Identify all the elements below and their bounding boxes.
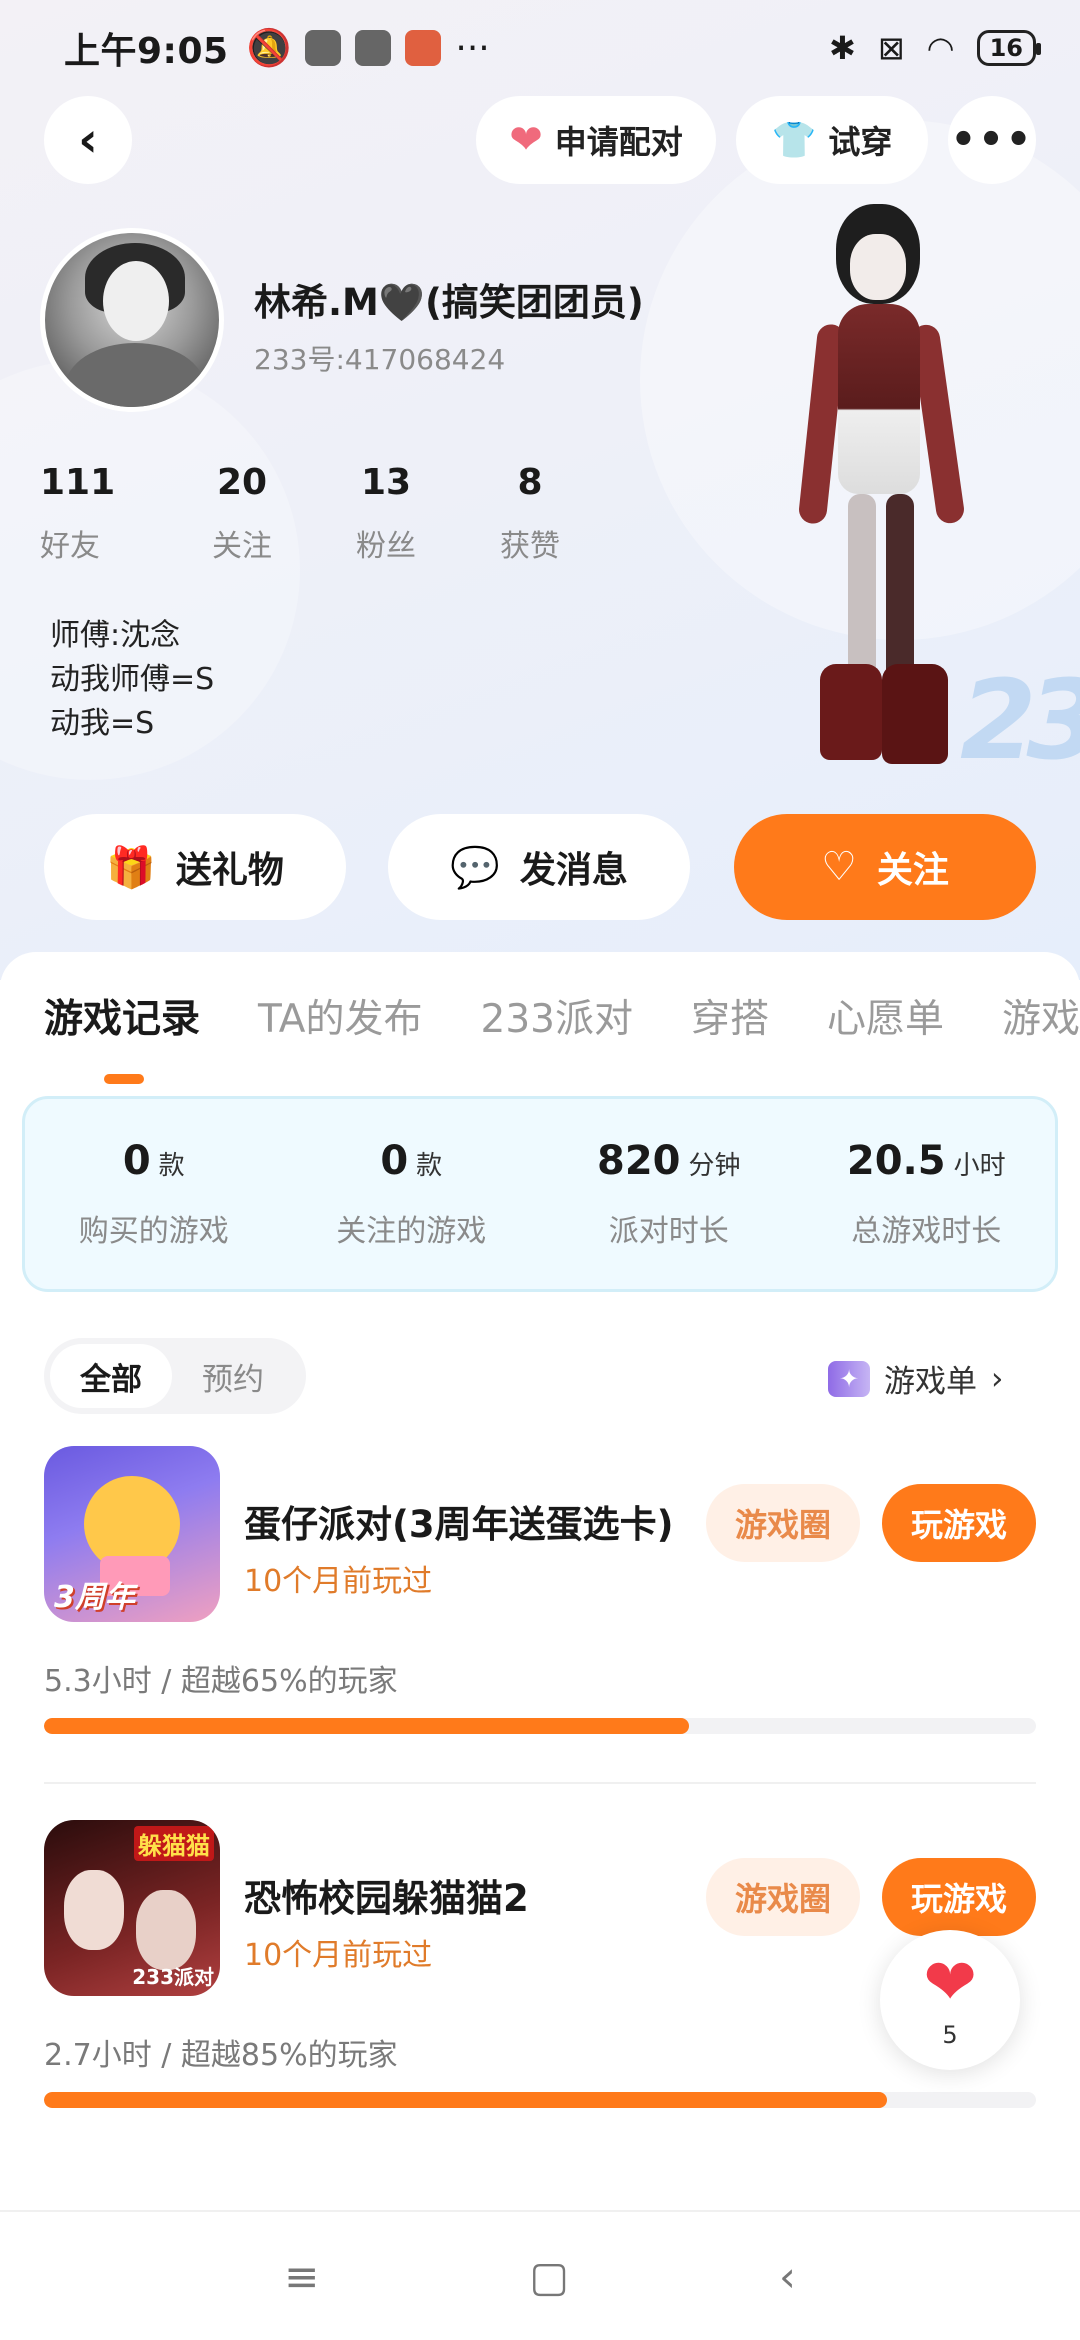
stat-friends[interactable]: 111 好友 bbox=[40, 462, 170, 565]
summary-total-time: 20.5 小时 总游戏时长 bbox=[846, 1138, 1006, 1249]
profile-stats: 111 好友 20 关注 13 粉丝 8 获赞 bbox=[40, 462, 602, 565]
stat-fans[interactable]: 13 粉丝 bbox=[314, 462, 458, 565]
playtime-progress-bar bbox=[44, 1718, 1036, 1734]
progress-fill bbox=[44, 2092, 888, 2108]
avatar-character[interactable] bbox=[790, 204, 970, 764]
game-title[interactable]: 恐怖校园躲猫猫2 bbox=[244, 1868, 529, 1922]
status-time: 上午9:05 bbox=[64, 31, 229, 72]
game-circle-button[interactable]: 游戏圈 bbox=[706, 1858, 860, 1936]
mi-notification-icon bbox=[355, 30, 392, 66]
tab-wishlist[interactable]: 心愿单 bbox=[827, 988, 944, 1044]
try-on-button[interactable]: 👕 试穿 bbox=[736, 96, 928, 184]
decorative-233: 233 bbox=[960, 656, 1080, 784]
sim-icon: ⊠ bbox=[877, 29, 905, 67]
chevron-right-icon: › bbox=[991, 1360, 1004, 1397]
bio-line: 动我师傅=S bbox=[50, 662, 215, 697]
heart-plus-icon: ♡ bbox=[821, 844, 857, 890]
tab-game-record[interactable]: 游戏记录 bbox=[44, 988, 200, 1084]
game-list-link[interactable]: ✦ 游戏单 › bbox=[828, 1356, 1003, 1401]
more-notifications-icon: ··· bbox=[455, 27, 490, 69]
tab-posts[interactable]: TA的发布 bbox=[258, 988, 422, 1044]
app-notification-icon bbox=[405, 30, 442, 66]
avatar[interactable] bbox=[40, 228, 224, 412]
battery-icon: 16 bbox=[976, 30, 1042, 66]
match-request-button[interactable]: ❤ 申请配对 bbox=[476, 96, 716, 184]
divider bbox=[44, 1782, 1036, 1784]
summary-purchased: 0款 购买的游戏 bbox=[78, 1138, 229, 1249]
system-nav-bar: ≡ ▢ ‹ bbox=[0, 2210, 1080, 2340]
more-button[interactable]: ••• bbox=[948, 96, 1036, 184]
user-id: 233号:417068424 bbox=[254, 343, 506, 376]
progress-fill bbox=[44, 1718, 689, 1734]
app-notification-icon bbox=[305, 30, 342, 66]
tab-games[interactable]: 游戏 bbox=[1002, 988, 1080, 1044]
playtime-stat: 5.3小时 / 超越65%的玩家 bbox=[44, 1664, 398, 1699]
summary-party-time: 820 分钟 派对时长 bbox=[596, 1138, 741, 1249]
sparkle-icon: ✦ bbox=[828, 1360, 870, 1397]
heart-icon: ❤ bbox=[509, 117, 543, 163]
stat-likes[interactable]: 8 获赞 bbox=[458, 462, 602, 565]
game-title[interactable]: 蛋仔派对(3周年送蛋选卡) bbox=[244, 1494, 674, 1548]
summary-followed: 0款 关注的游戏 bbox=[336, 1138, 487, 1249]
back-icon[interactable]: ‹ bbox=[779, 2252, 796, 2301]
status-bar: 上午9:05 🔕 ··· ✱ ⊠ ◠ 16 bbox=[0, 0, 1080, 96]
tab-outfits[interactable]: 穿搭 bbox=[691, 988, 769, 1044]
follow-button[interactable]: ♡ 关注 bbox=[734, 814, 1036, 920]
like-count: 5 bbox=[942, 2021, 958, 2049]
nickname: 林希.M🖤(搞笑团团员) bbox=[254, 281, 644, 324]
record-filter: 全部 预约 bbox=[44, 1338, 306, 1414]
play-game-button[interactable]: 玩游戏 bbox=[882, 1858, 1036, 1936]
back-button[interactable]: ‹ bbox=[44, 96, 132, 184]
heart-icon: ❤ bbox=[923, 1946, 977, 2020]
send-gift-button[interactable]: 🎁 送礼物 bbox=[44, 814, 346, 920]
game-icon[interactable]: 3周年 bbox=[44, 1446, 220, 1622]
last-played: 10个月前玩过 bbox=[244, 1564, 433, 1599]
filter-reserve[interactable]: 预约 bbox=[172, 1344, 294, 1408]
menu-icon[interactable]: ≡ bbox=[284, 2252, 319, 2301]
floating-like-button[interactable]: ❤ 5 bbox=[880, 1930, 1020, 2070]
tab-bar: 游戏记录 TA的发布 233派对 穿搭 心愿单 游戏 bbox=[44, 988, 1080, 1084]
chevron-left-icon: ‹ bbox=[78, 112, 98, 168]
gift-icon: 🎁 bbox=[106, 844, 156, 891]
stat-following[interactable]: 20 关注 bbox=[170, 462, 314, 565]
game-record-item: 3周年 蛋仔派对(3周年送蛋选卡) 10个月前玩过 游戏圈 玩游戏 5.3小时 … bbox=[0, 1446, 1080, 1820]
shirt-icon: 👕 bbox=[771, 120, 817, 161]
game-circle-button[interactable]: 游戏圈 bbox=[706, 1484, 860, 1562]
game-icon[interactable]: 躲猫猫 233派对 bbox=[44, 1820, 220, 1996]
last-played: 10个月前玩过 bbox=[244, 1938, 433, 1973]
send-message-button[interactable]: 💬 发消息 bbox=[388, 814, 690, 920]
playtime-stat: 2.7小时 / 超越85%的玩家 bbox=[44, 2038, 398, 2073]
tab-233-party[interactable]: 233派对 bbox=[481, 988, 633, 1044]
bluetooth-icon: ✱ bbox=[829, 29, 856, 67]
filter-all[interactable]: 全部 bbox=[50, 1344, 172, 1408]
bio: 师傅:沈念 动我师傅=S 动我=S bbox=[50, 614, 214, 746]
game-summary-card: 0款 购买的游戏 0款 关注的游戏 820 分钟 派对时长 20.5 小时 总游戏时… bbox=[22, 1096, 1058, 1292]
bio-line: 动我=S bbox=[50, 706, 155, 741]
bio-line: 师傅:沈念 bbox=[50, 618, 181, 653]
profile-header-background: 上午9:05 🔕 ··· ✱ ⊠ ◠ 16 ‹ ❤ 申请配对 👕 试穿 ••• … bbox=[0, 0, 1080, 980]
more-dots-icon: ••• bbox=[950, 117, 1034, 163]
play-game-button[interactable]: 玩游戏 bbox=[882, 1484, 1036, 1562]
home-icon[interactable]: ▢ bbox=[529, 2252, 569, 2301]
wifi-icon: ◠ bbox=[926, 29, 955, 67]
playtime-progress-bar bbox=[44, 2092, 1036, 2108]
mute-icon: 🔕 bbox=[246, 28, 292, 69]
chat-bubble-icon: 💬 bbox=[450, 844, 500, 891]
